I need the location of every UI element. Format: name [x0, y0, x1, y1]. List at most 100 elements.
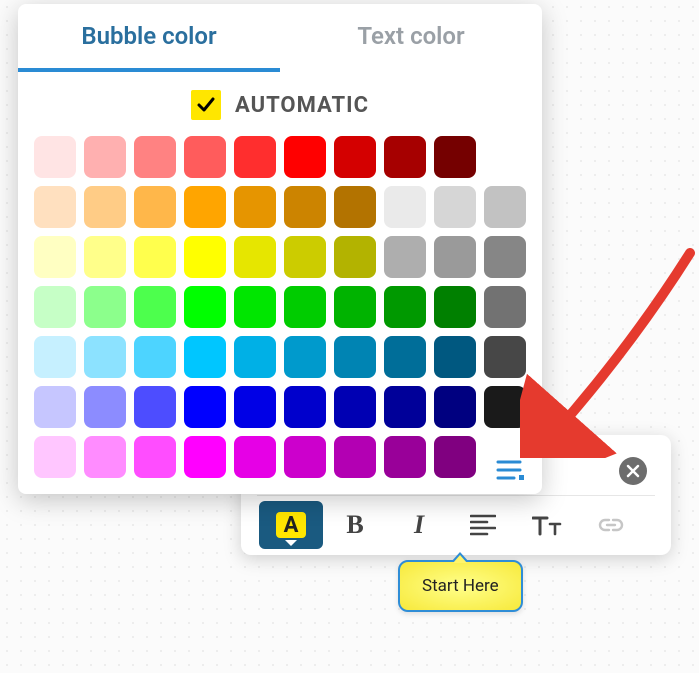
color-swatch[interactable]: [434, 186, 476, 228]
color-swatch[interactable]: [134, 336, 176, 378]
color-swatch[interactable]: [484, 386, 526, 428]
color-swatch[interactable]: [434, 136, 476, 178]
color-swatch[interactable]: [184, 286, 226, 328]
color-swatch[interactable]: [184, 386, 226, 428]
swatch-row: [34, 136, 526, 178]
color-swatch[interactable]: [134, 286, 176, 328]
color-swatch[interactable]: [484, 286, 526, 328]
color-swatch[interactable]: [334, 336, 376, 378]
chevron-down-icon: [285, 540, 297, 546]
color-swatch[interactable]: [434, 286, 476, 328]
color-swatch[interactable]: [34, 336, 76, 378]
color-swatch[interactable]: [434, 236, 476, 278]
text-color-button[interactable]: A: [259, 501, 323, 549]
color-swatch[interactable]: [284, 136, 326, 178]
bubble-text: Start Here: [422, 576, 499, 596]
swatch-row: [34, 236, 526, 278]
color-swatch[interactable]: [234, 436, 276, 478]
color-swatch[interactable]: [134, 386, 176, 428]
color-swatch[interactable]: [284, 336, 326, 378]
color-swatch[interactable]: [434, 386, 476, 428]
color-swatch[interactable]: [334, 436, 376, 478]
color-swatch[interactable]: [234, 136, 276, 178]
color-swatch[interactable]: [234, 286, 276, 328]
color-swatch[interactable]: [184, 186, 226, 228]
bold-icon: B: [346, 510, 363, 540]
color-swatch[interactable]: [434, 436, 476, 478]
color-swatch[interactable]: [334, 386, 376, 428]
swatch-grid: [18, 136, 542, 478]
color-swatch[interactable]: [34, 186, 76, 228]
color-swatch[interactable]: [184, 136, 226, 178]
callout-bubble[interactable]: Start Here: [398, 560, 523, 612]
color-swatch[interactable]: [34, 386, 76, 428]
swatch-row: [34, 286, 526, 328]
color-swatch[interactable]: [234, 386, 276, 428]
color-swatch[interactable]: [84, 386, 126, 428]
swatch-row: [34, 336, 526, 378]
toolbar-buttons-row: A B I: [259, 496, 653, 554]
color-picker-panel: Bubble color Text color AUTOMATIC: [18, 4, 542, 494]
text-size-icon: [532, 514, 562, 536]
swatch-row: [34, 436, 526, 478]
bold-button[interactable]: B: [323, 501, 387, 549]
color-swatch[interactable]: [84, 436, 126, 478]
palette-icon: [496, 459, 526, 481]
align-left-icon: [470, 514, 496, 536]
color-swatch[interactable]: [334, 136, 376, 178]
color-swatch[interactable]: [284, 186, 326, 228]
italic-button[interactable]: I: [387, 501, 451, 549]
color-swatch[interactable]: [384, 336, 426, 378]
color-swatch[interactable]: [184, 436, 226, 478]
color-swatch[interactable]: [384, 386, 426, 428]
color-swatch[interactable]: [334, 236, 376, 278]
empty-swatch: [484, 136, 526, 178]
color-swatch[interactable]: [84, 136, 126, 178]
color-swatch[interactable]: [384, 286, 426, 328]
color-swatch[interactable]: [134, 236, 176, 278]
align-button[interactable]: [451, 501, 515, 549]
tab-text-color[interactable]: Text color: [280, 4, 542, 72]
color-swatch[interactable]: [34, 236, 76, 278]
close-button[interactable]: [619, 457, 647, 485]
color-swatch[interactable]: [234, 186, 276, 228]
color-swatch[interactable]: [34, 436, 76, 478]
color-swatch[interactable]: [134, 136, 176, 178]
custom-color-button[interactable]: [496, 459, 526, 485]
color-swatch[interactable]: [384, 136, 426, 178]
color-swatch[interactable]: [184, 336, 226, 378]
tab-bubble-color[interactable]: Bubble color: [18, 4, 280, 72]
color-swatch[interactable]: [484, 236, 526, 278]
color-swatch[interactable]: [284, 386, 326, 428]
color-swatch[interactable]: [84, 336, 126, 378]
color-swatch[interactable]: [334, 286, 376, 328]
color-swatch[interactable]: [234, 336, 276, 378]
automatic-checkbox[interactable]: [191, 90, 221, 120]
swatch-row: [34, 186, 526, 228]
color-swatch[interactable]: [284, 436, 326, 478]
color-swatch[interactable]: [34, 136, 76, 178]
color-swatch[interactable]: [34, 286, 76, 328]
color-swatch[interactable]: [384, 436, 426, 478]
close-icon: [626, 464, 640, 478]
link-button[interactable]: [579, 501, 643, 549]
annotation-arrow: [520, 248, 699, 458]
italic-icon: I: [414, 510, 424, 540]
color-swatch[interactable]: [434, 336, 476, 378]
color-swatch[interactable]: [284, 286, 326, 328]
color-swatch[interactable]: [84, 286, 126, 328]
color-swatch[interactable]: [134, 186, 176, 228]
color-swatch[interactable]: [84, 236, 126, 278]
color-swatch[interactable]: [84, 186, 126, 228]
color-swatch[interactable]: [384, 236, 426, 278]
color-swatch[interactable]: [184, 236, 226, 278]
color-swatch[interactable]: [234, 236, 276, 278]
text-size-button[interactable]: [515, 501, 579, 549]
color-swatch[interactable]: [134, 436, 176, 478]
color-swatch[interactable]: [484, 336, 526, 378]
automatic-row[interactable]: AUTOMATIC: [18, 72, 542, 136]
color-swatch[interactable]: [384, 186, 426, 228]
color-swatch[interactable]: [484, 186, 526, 228]
color-swatch[interactable]: [284, 236, 326, 278]
color-swatch[interactable]: [334, 186, 376, 228]
